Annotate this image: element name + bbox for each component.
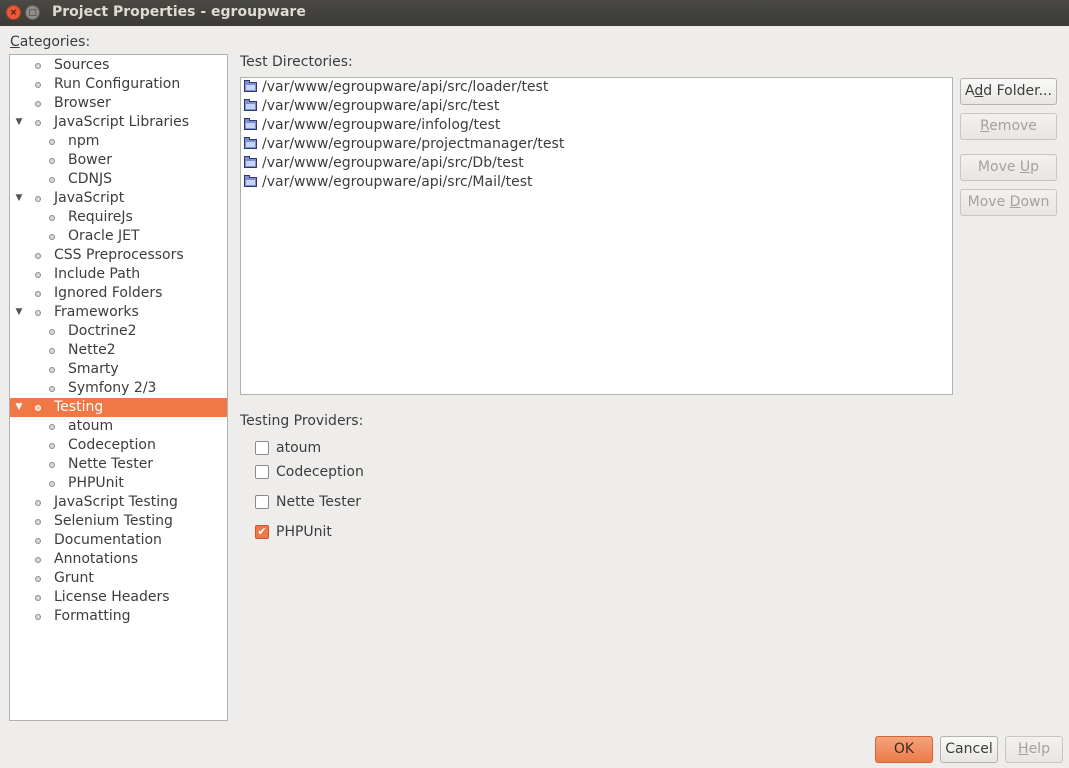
test-directories-list[interactable]: /var/www/egroupware/api/src/loader/test …: [240, 77, 953, 395]
tree-item-smarty[interactable]: Smarty: [10, 360, 227, 379]
move-down-button[interactable]: Move Down: [960, 189, 1057, 216]
tree-item-npm[interactable]: npm: [10, 132, 227, 151]
tree-node-icon: [35, 557, 41, 563]
tree-item-symfony[interactable]: Symfony 2/3: [10, 379, 227, 398]
folder-icon: [244, 99, 257, 111]
maximize-window-icon[interactable]: □: [25, 5, 40, 20]
tree-node-icon: [35, 519, 41, 525]
move-up-button[interactable]: Move Up: [960, 154, 1057, 181]
tree-item-javascript-testing[interactable]: JavaScript Testing: [10, 493, 227, 512]
add-folder-button[interactable]: Add Folder...: [960, 78, 1057, 105]
tree-node-icon: [35, 500, 41, 506]
tree-item-testing[interactable]: ▼ Testing: [10, 398, 227, 417]
help-button[interactable]: Help: [1005, 736, 1063, 763]
folder-icon: [244, 118, 257, 130]
folder-icon: [244, 156, 257, 168]
tree-item-selenium-testing[interactable]: Selenium Testing: [10, 512, 227, 531]
tree-item-formatting[interactable]: Formatting: [10, 607, 227, 626]
tree-item-atoum[interactable]: atoum: [10, 417, 227, 436]
expand-triangle-icon[interactable]: ▼: [13, 398, 25, 417]
tree-item-bower[interactable]: Bower: [10, 151, 227, 170]
tree-node-icon: [35, 291, 41, 297]
tree-node-icon: [49, 424, 55, 430]
tree-node-icon: [35, 538, 41, 544]
tree-node-icon: [49, 367, 55, 373]
tree-node-icon: [35, 120, 41, 126]
window-title: Project Properties - egroupware: [52, 4, 306, 20]
tree-item-cdnjs[interactable]: CDNJS: [10, 170, 227, 189]
tree-node-icon: [49, 481, 55, 487]
tree-node-icon: [35, 196, 41, 202]
checkbox[interactable]: [255, 495, 269, 509]
checkbox-checked[interactable]: ✔: [255, 525, 269, 539]
tree-node-icon: [49, 462, 55, 468]
tree-node-icon: [49, 348, 55, 354]
tree-node-icon: [49, 234, 55, 240]
categories-tree[interactable]: Sources Run Configuration Browser ▼ JavaS…: [9, 54, 228, 721]
tree-node-icon: [49, 139, 55, 145]
expand-triangle-icon[interactable]: ▼: [13, 113, 25, 132]
tree-item-javascript[interactable]: ▼ JavaScript: [10, 189, 227, 208]
tree-item-run-configuration[interactable]: Run Configuration: [10, 75, 227, 94]
tree-node-icon: [49, 215, 55, 221]
tree-item-doctrine2[interactable]: Doctrine2: [10, 322, 227, 341]
tree-item-nette-tester[interactable]: Nette Tester: [10, 455, 227, 474]
tree-node-icon: [49, 158, 55, 164]
tree-node-icon: [35, 82, 41, 88]
tree-item-css-preprocessors[interactable]: CSS Preprocessors: [10, 246, 227, 265]
remove-button[interactable]: Remove: [960, 113, 1057, 140]
tree-item-browser[interactable]: Browser: [10, 94, 227, 113]
tree-item-license-headers[interactable]: License Headers: [10, 588, 227, 607]
testing-providers-label: Testing Providers:: [240, 413, 364, 429]
tree-item-codeception[interactable]: Codeception: [10, 436, 227, 455]
tree-node-icon: [35, 63, 41, 69]
tree-item-frameworks[interactable]: ▼ Frameworks: [10, 303, 227, 322]
tree-node-icon: [35, 310, 41, 316]
tree-item-annotations[interactable]: Annotations: [10, 550, 227, 569]
test-directories-label: Test Directories:: [240, 54, 353, 70]
tree-item-oracle-jet[interactable]: Oracle JET: [10, 227, 227, 246]
expand-triangle-icon[interactable]: ▼: [13, 303, 25, 322]
tree-node-icon: [49, 177, 55, 183]
tree-node-icon: [49, 443, 55, 449]
folder-icon: [244, 80, 257, 92]
tree-node-icon: [35, 253, 41, 259]
checkbox[interactable]: [255, 465, 269, 479]
expand-triangle-icon[interactable]: ▼: [13, 189, 25, 208]
tree-node-icon: [35, 272, 41, 278]
tree-node-icon: [35, 614, 41, 620]
checkbox[interactable]: [255, 441, 269, 455]
tree-item-phpunit[interactable]: PHPUnit: [10, 474, 227, 493]
tree-item-sources[interactable]: Sources: [10, 56, 227, 75]
tree-item-include-path[interactable]: Include Path: [10, 265, 227, 284]
folder-icon: [244, 137, 257, 149]
tree-item-requirejs[interactable]: RequireJs: [10, 208, 227, 227]
tree-item-nette2[interactable]: Nette2: [10, 341, 227, 360]
tree-node-icon: [35, 101, 41, 107]
tree-item-documentation[interactable]: Documentation: [10, 531, 227, 550]
tree-item-ignored-folders[interactable]: Ignored Folders: [10, 284, 227, 303]
tree-item-grunt[interactable]: Grunt: [10, 569, 227, 588]
ok-button[interactable]: OK: [875, 736, 933, 763]
tree-node-icon: [49, 386, 55, 392]
tree-item-javascript-libraries[interactable]: ▼ JavaScript Libraries: [10, 113, 227, 132]
folder-icon: [244, 175, 257, 187]
tree-node-icon: [49, 329, 55, 335]
categories-label: Categories:: [10, 34, 91, 50]
title-bar: × □ Project Properties - egroupware: [0, 0, 1069, 26]
tree-node-icon: [35, 576, 41, 582]
close-window-icon[interactable]: ×: [6, 5, 21, 20]
cancel-button[interactable]: Cancel: [940, 736, 998, 763]
tree-node-icon: [35, 405, 41, 411]
tree-node-icon: [35, 595, 41, 601]
